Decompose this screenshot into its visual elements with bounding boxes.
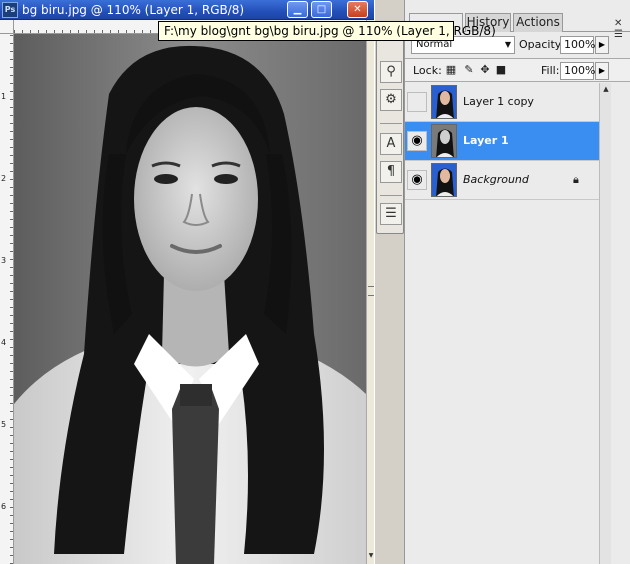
image-canvas[interactable] <box>14 34 366 564</box>
layer-name[interactable]: Layer 1 copy <box>463 95 534 108</box>
maximize-icon: □ <box>316 4 327 15</box>
maximize-button[interactable]: □ <box>311 1 332 18</box>
opacity-label: Opacity: <box>519 38 565 51</box>
document-vertical-scrollbar[interactable]: ▲ ▼ <box>366 20 374 564</box>
document-window: Ps bg biru.jpg @ 110% (Layer 1, RGB/8) ▁… <box>0 0 374 564</box>
lock-all-icon[interactable]: ■ <box>495 64 507 76</box>
ruler-number: 2 <box>1 174 7 183</box>
document-title-bar[interactable]: Ps bg biru.jpg @ 110% (Layer 1, RGB/8) ▁… <box>0 0 374 20</box>
dock-divider <box>380 123 402 124</box>
palette-menu-icon[interactable]: ✕ ☰ <box>614 18 623 40</box>
eye-icon: ◉ <box>411 172 423 187</box>
ruler-number: 6 <box>1 502 7 511</box>
layer-thumbnail <box>431 124 457 158</box>
lock-position-icon[interactable]: ✥ <box>479 64 491 76</box>
layer-thumbnail <box>431 85 457 119</box>
tool-presets-icon[interactable]: ⚙ <box>380 89 402 111</box>
palette-dock-column: ⚲ ⚙ A ¶ ☰ <box>374 0 404 564</box>
close-button[interactable]: ✕ <box>347 1 368 18</box>
layer-row-layer-1-copy[interactable]: Layer 1 copy <box>405 83 599 122</box>
portrait-photo <box>14 34 366 564</box>
photoshop-app-icon[interactable]: Ps <box>2 2 18 18</box>
path-tooltip: F:\my blog\gnt bg\bg biru.jpg @ 110% (La… <box>158 21 496 41</box>
ruler-number: 4 <box>1 338 7 347</box>
visibility-toggle[interactable]: ◉ <box>407 170 427 190</box>
layer-list-scrollbar[interactable]: ▲ <box>599 83 611 564</box>
layer-name[interactable]: Background <box>463 173 529 186</box>
character-icon[interactable]: A <box>380 133 402 155</box>
dock-divider <box>380 195 402 196</box>
paragraph-icon[interactable]: ¶ <box>380 161 402 183</box>
layer-row-layer-1[interactable]: ◉ Layer 1 <box>405 122 599 161</box>
ruler-number: 5 <box>1 420 7 429</box>
minimize-icon: ▁ <box>293 4 302 15</box>
eye-icon: ◉ <box>411 133 423 148</box>
document-title: bg biru.jpg @ 110% (Layer 1, RGB/8) <box>22 3 245 17</box>
chevron-down-icon: ▼ <box>504 40 511 49</box>
ruler-origin[interactable] <box>0 20 14 34</box>
layer-list: Layer 1 copy ◉ Layer 1 ◉ Background 🔒︎ <box>405 83 599 564</box>
lock-transparency-icon[interactable]: ▦ <box>445 64 457 76</box>
portrait-thumb-icon <box>432 86 456 118</box>
opacity-slider-arrow-icon[interactable]: ▶ <box>595 36 609 54</box>
layer-thumbnail <box>431 163 457 197</box>
portrait-thumb-icon <box>432 125 456 157</box>
fill-slider-arrow-icon[interactable]: ▶ <box>595 62 609 80</box>
lock-row: Lock: ▦ ✎ ✥ ■ Fill: 100% ▶ <box>405 58 630 82</box>
lock-image-pixels-icon[interactable]: ✎ <box>463 64 475 76</box>
layers-palette: History Actions ✕ ☰ Normal ▼ Opacity: 100… <box>404 0 630 564</box>
minimize-button[interactable]: ▁ <box>287 1 308 18</box>
fill-input[interactable]: 100% <box>560 62 595 80</box>
ruler-number: 1 <box>1 92 7 101</box>
tab-actions[interactable]: Actions <box>513 13 563 32</box>
brush-presets-icon[interactable]: ⚲ <box>380 61 402 83</box>
lock-icon: 🔒︎ <box>573 173 579 186</box>
ruler-number: 3 <box>1 256 7 265</box>
collapsed-palette-dock: ⚲ ⚙ A ¶ ☰ <box>376 38 404 234</box>
portrait-thumb-icon <box>432 164 456 196</box>
fill-label: Fill: <box>541 64 560 77</box>
palette-margin <box>611 83 630 564</box>
layer-row-background[interactable]: ◉ Background 🔒︎ <box>405 161 599 200</box>
opacity-input[interactable]: 100% <box>560 36 595 54</box>
lock-label: Lock: <box>413 64 442 77</box>
layer-name[interactable]: Layer 1 <box>463 134 509 147</box>
layer-comps-icon[interactable]: ☰ <box>380 203 402 225</box>
close-icon: ✕ <box>353 4 362 15</box>
vertical-ruler[interactable]: 1 2 3 4 5 6 <box>0 34 14 564</box>
visibility-toggle[interactable]: ◉ <box>407 131 427 151</box>
visibility-toggle[interactable] <box>407 92 427 112</box>
